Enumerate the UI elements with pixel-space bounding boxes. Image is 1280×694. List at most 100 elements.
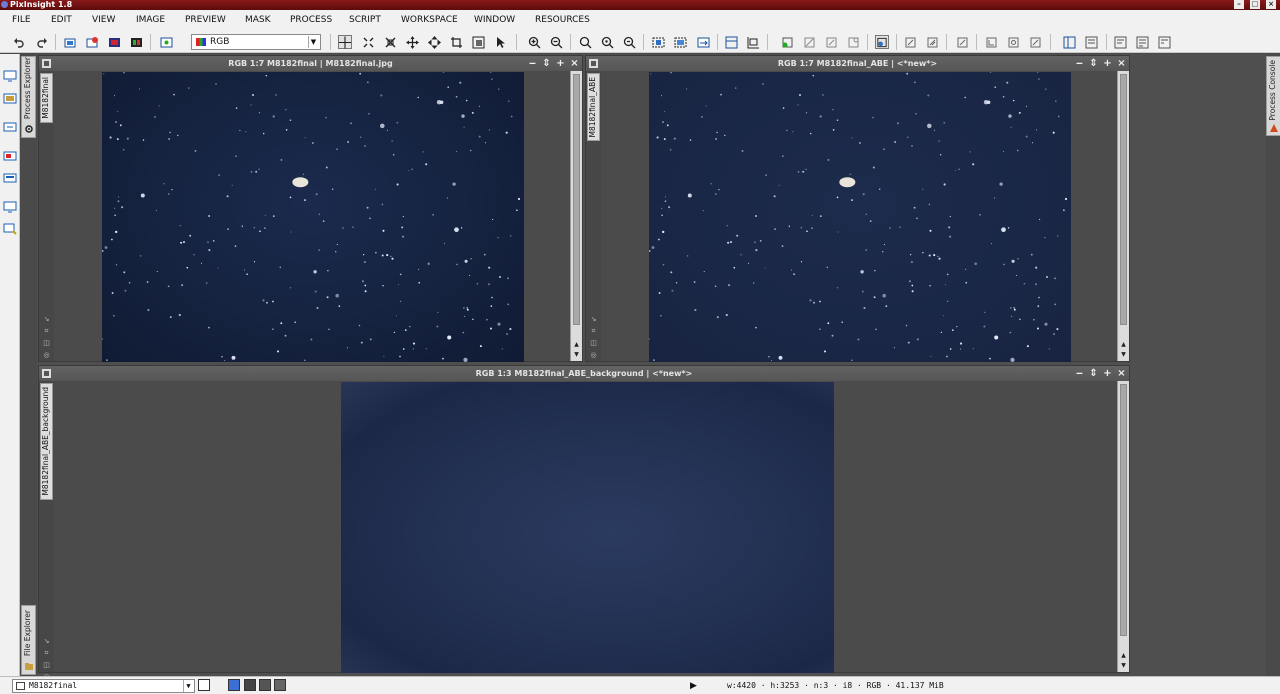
view-mode-toggle[interactable]: [198, 679, 210, 691]
select-icon[interactable]: [493, 35, 507, 49]
channel-icon[interactable]: [696, 35, 710, 49]
window-close-button[interactable]: ×: [1116, 366, 1127, 381]
close-view-icon[interactable]: [159, 35, 173, 49]
clone-icon[interactable]: ◫: [42, 661, 51, 670]
window-shade-button[interactable]: ⇕: [1088, 56, 1099, 71]
zoom-mode-icon[interactable]: [361, 35, 375, 49]
process-icon[interactable]: [955, 35, 969, 49]
display-channel-b[interactable]: [274, 679, 286, 691]
image-window-icon[interactable]: [3, 68, 17, 82]
window-maximize-button[interactable]: +: [1102, 366, 1113, 381]
zoom-fit-icon[interactable]: [578, 35, 592, 49]
window-close-button[interactable]: ×: [1116, 56, 1127, 71]
clone-icon[interactable]: ◫: [42, 339, 51, 348]
image-window-m8182final-abe-background[interactable]: RGB 1:3 M8182final_ABE_background | <*ne…: [38, 365, 1130, 681]
move-icon[interactable]: [427, 35, 441, 49]
play-icon[interactable]: ▶: [690, 680, 700, 692]
fit-icon[interactable]: ⌗: [42, 327, 51, 336]
scroll-down-arrow[interactable]: ▼: [571, 350, 582, 359]
stf-link-icon[interactable]: [824, 35, 838, 49]
console-icon[interactable]: [1084, 35, 1098, 49]
stf-auto-icon[interactable]: [780, 35, 794, 49]
menu-edit[interactable]: EDIT: [51, 10, 72, 31]
history-icon[interactable]: [1062, 35, 1076, 49]
scroll-down-arrow[interactable]: ▼: [1118, 350, 1129, 359]
mask-enable-icon[interactable]: [903, 35, 917, 49]
menu-script[interactable]: SCRIPT: [349, 10, 381, 31]
background-model-canvas[interactable]: [341, 382, 834, 673]
window-titlebar[interactable]: RGB 1:3 M8182final_ABE_background | <*ne…: [39, 366, 1129, 381]
window-menu-icon[interactable]: [42, 369, 51, 378]
properties-icon[interactable]: [1113, 35, 1127, 49]
blue-image-icon[interactable]: [3, 171, 17, 185]
explorer-icon[interactable]: [1028, 35, 1042, 49]
open-icon[interactable]: [85, 35, 99, 49]
zoom-1-1-icon[interactable]: [600, 35, 614, 49]
minimize-button[interactable]: –: [1234, 0, 1244, 9]
scroll-up-arrow[interactable]: ▲: [1118, 340, 1129, 349]
vertical-scrollbar[interactable]: ▲ ▼: [570, 71, 582, 361]
image-canvas[interactable]: [102, 72, 524, 362]
image-canvas[interactable]: [649, 72, 1071, 362]
scroll-down-arrow[interactable]: ▼: [1118, 661, 1129, 670]
process-explorer-tab[interactable]: Process Explorer: [21, 56, 36, 138]
menu-view[interactable]: VIEW: [92, 10, 115, 31]
window-shade-button[interactable]: ⇕: [541, 56, 552, 71]
menu-image[interactable]: IMAGE: [136, 10, 165, 31]
menu-process[interactable]: PROCESS: [290, 10, 332, 31]
stf-reset-icon[interactable]: [802, 35, 816, 49]
fit-icon[interactable]: ⌗: [589, 327, 598, 336]
menu-window[interactable]: WINDOW: [474, 10, 515, 31]
new-preview-icon[interactable]: [471, 35, 485, 49]
view-id-tab[interactable]: M8182final: [40, 73, 53, 123]
link-icon[interactable]: ↘: [42, 637, 51, 646]
window-minimize-button[interactable]: ‒: [527, 56, 538, 71]
menu-resources[interactable]: RESOURCES: [535, 10, 590, 31]
window-titlebar[interactable]: RGB 1:7 M8182final_ABE | <*new*> ‒ ⇕ + ×: [586, 56, 1129, 71]
undo-icon[interactable]: [12, 35, 26, 49]
script-icon[interactable]: [984, 35, 998, 49]
info-icon[interactable]: [1157, 35, 1171, 49]
channel-select[interactable]: RGB ▼: [191, 34, 321, 50]
image-window-m8182final-abe[interactable]: RGB 1:7 M8182final_ABE | <*new*> ‒ ⇕ + ×…: [585, 55, 1130, 362]
file-explorer-tab[interactable]: File Explorer: [21, 605, 36, 675]
display-channel-r[interactable]: [244, 679, 256, 691]
save-icon[interactable]: [107, 35, 121, 49]
scroll-up-arrow[interactable]: ▲: [1118, 651, 1129, 660]
link-icon[interactable]: ↘: [42, 315, 51, 324]
window-menu-icon[interactable]: [42, 59, 51, 68]
mask-invert-icon[interactable]: [875, 35, 889, 49]
target-icon[interactable]: ◎: [589, 351, 598, 360]
view-selector[interactable]: M8182final ▼: [12, 679, 195, 693]
window-maximize-button[interactable]: +: [555, 56, 566, 71]
monitor-icon[interactable]: [3, 199, 17, 213]
process-console-tab[interactable]: Process Console: [1266, 56, 1280, 136]
link-icon[interactable]: ↘: [589, 315, 598, 324]
crop-icon[interactable]: [449, 35, 463, 49]
screen-icon[interactable]: [129, 35, 143, 49]
fit-icon[interactable]: ⌗: [42, 649, 51, 658]
fit-window-icon[interactable]: [673, 35, 687, 49]
maximize-button[interactable]: □: [1250, 0, 1260, 9]
readout-mode-icon[interactable]: [338, 35, 352, 49]
zoom-in-icon[interactable]: [527, 35, 541, 49]
window-menu-icon[interactable]: [589, 59, 598, 68]
redo-icon[interactable]: [34, 35, 48, 49]
window-minimize-button[interactable]: ‒: [1074, 366, 1085, 381]
screen-share-icon[interactable]: [3, 120, 17, 134]
previews-icon[interactable]: [925, 35, 939, 49]
view-id-tab[interactable]: M8182final_ABE_background: [40, 383, 53, 500]
view-id-tab[interactable]: M8182final_ABE: [587, 73, 600, 142]
vertical-scrollbar[interactable]: ▲ ▼: [1117, 381, 1129, 672]
menu-mask[interactable]: MASK: [245, 10, 271, 31]
window-titlebar[interactable]: RGB 1:7 M8182final | M8182final.jpg ‒ ⇕ …: [39, 56, 582, 71]
window-shade-button[interactable]: ⇕: [1088, 366, 1099, 381]
format-icon[interactable]: [1135, 35, 1149, 49]
zoom-1-2-icon[interactable]: [622, 35, 636, 49]
workspace-icon[interactable]: [1006, 35, 1020, 49]
clone-icon[interactable]: ◫: [589, 339, 598, 348]
mask-show-icon[interactable]: [846, 35, 860, 49]
menu-preview[interactable]: PREVIEW: [185, 10, 226, 31]
window-maximize-button[interactable]: +: [1102, 56, 1113, 71]
scrollbar-thumb[interactable]: [573, 74, 580, 325]
